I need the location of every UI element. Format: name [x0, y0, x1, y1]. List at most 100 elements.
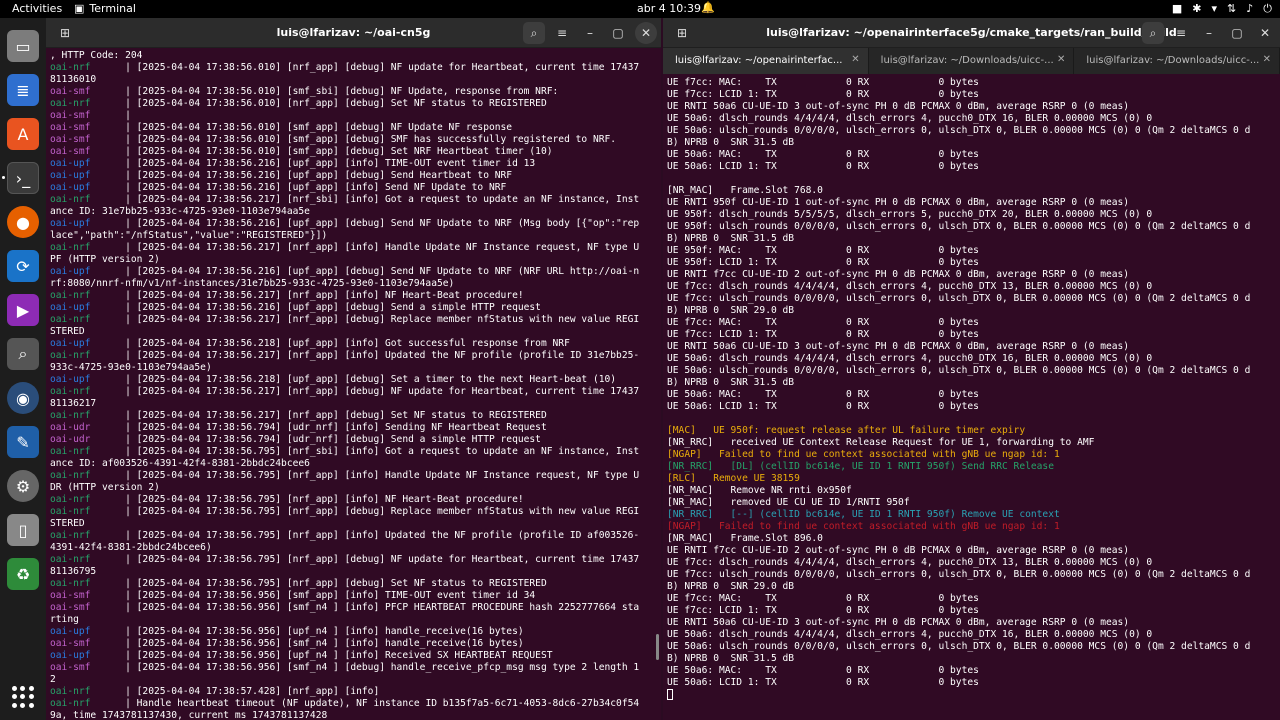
terminal-output[interactable]: UE f7cc: MAC: TX 0 RX 0 bytes UE f7cc: LC… — [663, 77, 1250, 702]
terminal-text: | [2025-04-04 17:38:56.216] [upf_app] [i… — [90, 158, 536, 169]
terminal-output[interactable]: , HTTP Code: 204 oai-nrf | [2025-04-04 17… — [46, 50, 639, 720]
terminal-text: UE RNTI 50a6 CU-UE-ID 3 out-of-sync PH 0… — [667, 101, 1130, 112]
titlebar[interactable]: ⊞ luis@lfarizav: ~/openairinterface5g/cm… — [663, 18, 1280, 48]
terminal-text: oai-upf — [50, 338, 91, 349]
terminal-line: UE RNTI 50a6 CU-UE-ID 3 out-of-sync PH 0… — [667, 617, 1250, 629]
tab-1[interactable]: luis@lfarizav: ~/openairinterfac... ✕ — [663, 48, 869, 74]
close-icon[interactable]: ✕ — [1254, 22, 1276, 44]
activities-button[interactable]: Activities — [12, 2, 62, 15]
system-tray[interactable]: ■ ✱ ▾ ⇅ ♪ ⏻ — [1172, 2, 1272, 16]
terminal-text: oai-upf — [50, 626, 91, 637]
terminal-text: oai-nrf — [50, 98, 91, 109]
maximize-icon[interactable]: ▢ — [1226, 22, 1248, 44]
clock[interactable]: abr 4 10:39 — [637, 2, 701, 15]
terminal-line: oai-upf | [2025-04-04 17:38:56.216] [upf… — [50, 158, 639, 170]
terminal-text: UE f7cc: ulsch_rounds 0/0/0/0, ulsch_err… — [667, 293, 1251, 304]
app-center-icon[interactable]: A — [7, 118, 39, 150]
terminal-text: | Handle heartbeat timeout (NF update), … — [90, 698, 640, 709]
settings-icon[interactable]: ⚙ — [7, 470, 39, 502]
terminal-text: oai-nrf — [50, 506, 91, 517]
eye-icon[interactable]: ◉ — [7, 382, 39, 414]
terminal-text: [NR_MAC] Remove NR rnti 0x950f — [667, 485, 852, 496]
maximize-icon[interactable]: ▢ — [607, 22, 629, 44]
terminal-text: | [2025-04-04 17:38:56.217] [nrf_app] [i… — [90, 290, 524, 301]
terminal-text: B) NPRB 0 SNR 29.0 dB — [667, 581, 795, 592]
tab-bar: luis@lfarizav: ~/openairinterfac... ✕ lui… — [663, 48, 1280, 74]
terminal-text: | [2025-04-04 17:38:56.217] [nrf_sbi] [i… — [90, 194, 640, 205]
terminal-text: | [2025-04-04 17:38:56.010] [smf_app] [d… — [90, 134, 617, 145]
menu-icon[interactable]: ≡ — [551, 22, 573, 44]
terminal-window-right[interactable]: ⊞ luis@lfarizav: ~/openairinterface5g/cm… — [663, 18, 1280, 720]
terminal-line: UE 50a6: MAC: TX 0 RX 0 bytes — [667, 389, 1250, 401]
terminal-line: B) NPRB 0 SNR 31.5 dB — [667, 233, 1250, 245]
terminal-line: 933c-4725-93e0-1103e794aa5e) — [50, 362, 639, 374]
terminal-line: oai-upf | [2025-04-04 17:38:56.216] [upf… — [50, 266, 639, 278]
text-editor-icon[interactable]: ≣ — [7, 74, 39, 106]
terminal-icon[interactable]: ›_ — [7, 162, 39, 194]
close-tab-icon[interactable]: ✕ — [1263, 54, 1271, 65]
terminal-text: oai-nrf — [50, 314, 91, 325]
terminal-text: oai-nrf — [50, 530, 91, 541]
terminal-line: STERED — [50, 326, 639, 338]
terminal-text: 81136795 — [50, 566, 97, 577]
notification-icon[interactable]: 🔔 — [701, 1, 715, 14]
terminal-text: UE RNTI 50a6 CU-UE-ID 3 out-of-sync PH 0… — [667, 341, 1130, 352]
terminal-text: | [2025-04-04 17:38:56.795] [nrf_sbi] [i… — [90, 446, 640, 457]
terminal-text: | — [90, 110, 131, 121]
terminal-text: UE 50a6: ulsch_rounds 0/0/0/0, ulsch_err… — [667, 641, 1251, 652]
terminal-text: B) NPRB 0 SNR 29.0 dB — [667, 305, 795, 316]
terminal-text: oai-upf — [50, 158, 91, 169]
terminal-window-left[interactable]: ⊞ luis@lfarizav: ~/oai-cn5g ⌕ ≡ – ▢ ✕ , … — [46, 18, 661, 720]
terminal-text: UE RNTI f7cc CU-UE-ID 2 out-of-sync PH 0… — [667, 269, 1130, 280]
app-menu[interactable]: ▣ Terminal — [74, 2, 136, 15]
app-menu-label: Terminal — [89, 2, 136, 15]
terminal-text: [NR_RRC] received UE Context Release Req… — [667, 437, 1095, 448]
scrollbar[interactable] — [656, 634, 659, 660]
software-updater-icon[interactable]: ⟳ — [7, 250, 39, 282]
close-tab-icon[interactable]: ✕ — [1057, 54, 1065, 65]
files-icon[interactable]: ▭ — [7, 30, 39, 62]
search-icon[interactable]: ⌕ — [523, 22, 545, 44]
menu-icon[interactable]: ≡ — [1170, 22, 1192, 44]
terminal-line: oai-nrf | [2025-04-04 17:38:56.010] [nrf… — [50, 62, 639, 74]
close-icon[interactable]: ✕ — [635, 22, 657, 44]
tab-2[interactable]: luis@lfarizav: ~/Downloads/uicc-... ✕ — [869, 48, 1075, 74]
terminal-text: oai-smf — [50, 602, 91, 613]
terminal-line: oai-nrf | [2025-04-04 17:38:56.217] [nrf… — [50, 314, 639, 326]
trash-icon[interactable]: ♻ — [7, 558, 39, 590]
usb-drive-icon[interactable]: ▯ — [7, 514, 39, 546]
terminal-text: UE f7cc: ulsch_rounds 0/0/0/0, ulsch_err… — [667, 569, 1251, 580]
search-icon[interactable]: ⌕ — [1142, 22, 1164, 44]
terminal-text: | [2025-04-04 17:38:56.217] [nrf_app] [d… — [90, 314, 640, 325]
minimize-icon[interactable]: – — [579, 22, 601, 44]
terminal-line: UE 50a6: MAC: TX 0 RX 0 bytes — [667, 665, 1250, 677]
terminal-text: | [2025-04-04 17:38:56.218] [upf_app] [i… — [90, 338, 570, 349]
terminal-text: | [2025-04-04 17:38:56.218] [upf_app] [d… — [90, 374, 617, 385]
minimize-icon[interactable]: – — [1198, 22, 1220, 44]
terminal-text: UE f7cc: dlsch_rounds 4/4/4/4, dlsch_err… — [667, 281, 1153, 292]
terminal-text: [RLC] Remove UE 38159 — [667, 473, 800, 484]
firefox-icon[interactable]: ● — [7, 206, 39, 238]
notes-icon[interactable]: ✎ — [7, 426, 39, 458]
terminal-cursor — [667, 689, 673, 700]
terminal-text: | [2025-04-04 17:38:56.216] [upf_app] [d… — [90, 170, 513, 181]
terminal-text: , HTTP Code: 204 — [50, 50, 143, 61]
tab-label: luis@lfarizav: ~/openairinterfac... — [675, 55, 843, 66]
terminal-text: UE 50a6: MAC: TX 0 RX 0 bytes — [667, 665, 979, 676]
terminal-line: DR (HTTP version 2) — [50, 482, 639, 494]
terminal-line: oai-nrf | [2025-04-04 17:38:56.217] [nrf… — [50, 350, 639, 362]
titlebar[interactable]: ⊞ luis@lfarizav: ~/oai-cn5g ⌕ ≡ – ▢ ✕ — [46, 18, 661, 48]
image-viewer-icon[interactable]: ⌕ — [7, 338, 39, 370]
close-tab-icon[interactable]: ✕ — [851, 54, 859, 65]
terminal-line: PF (HTTP version 2) — [50, 254, 639, 266]
terminal-text: UE f7cc: LCID 1: TX 0 RX 0 bytes — [667, 329, 979, 340]
terminal-text: oai-smf — [50, 590, 91, 601]
terminal-line: oai-nrf | [2025-04-04 17:38:56.217] [nrf… — [50, 242, 639, 254]
terminal-text: oai-upf — [50, 218, 91, 229]
tab-3[interactable]: luis@lfarizav: ~/Downloads/uicc-... ✕ — [1074, 48, 1280, 74]
terminal-text: oai-upf — [50, 650, 91, 661]
show-apps-icon[interactable] — [12, 686, 34, 708]
terminal-text: UE 950f: LCID 1: TX 0 RX 0 bytes — [667, 257, 979, 268]
video-player-icon[interactable]: ▶ — [7, 294, 39, 326]
terminal-line: [NGAP] Failed to find ue context associa… — [667, 449, 1250, 461]
